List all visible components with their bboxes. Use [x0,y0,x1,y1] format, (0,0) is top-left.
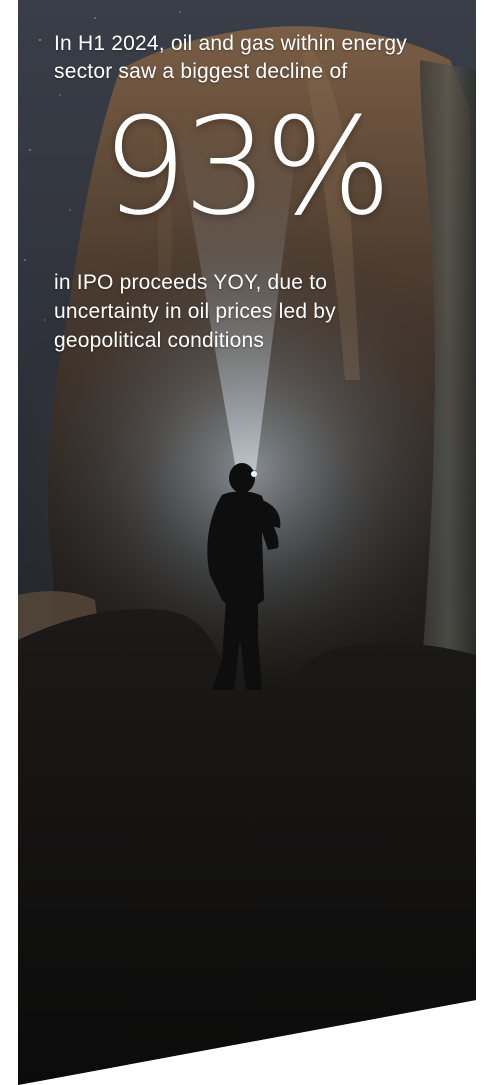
stat-panel: In H1 2024, oil and gas within energy se… [0,0,484,1085]
image-card: In H1 2024, oil and gas within energy se… [18,0,476,1085]
stat-outro-text: in IPO proceeds YOY, due to uncertainty … [54,271,336,352]
stat-intro-text: In H1 2024, oil and gas within energy se… [54,32,407,83]
stat-value: 93% [102,89,392,245]
stat-callout: In H1 2024, oil and gas within energy se… [54,30,454,355]
